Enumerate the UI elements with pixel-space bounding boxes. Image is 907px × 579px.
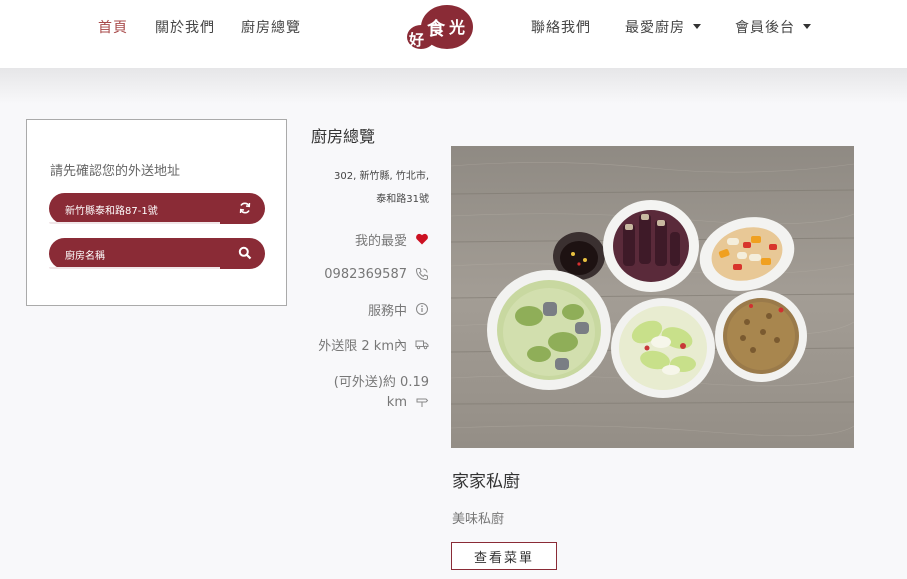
distance-line-1: (可外送)約 0.19 <box>333 375 429 390</box>
truck-icon <box>415 340 429 350</box>
nav-favorites-dropdown[interactable]: 最愛廚房 <box>625 17 701 37</box>
field-underline <box>49 267 220 269</box>
distance-row: km <box>387 393 429 411</box>
address-field[interactable]: 新竹縣泰和路87-1號 <box>49 193 265 224</box>
navbar: 首頁 關於我們 廚房總覽 好 食 光 聯絡我們 最愛廚房 會員後台 <box>0 0 907 68</box>
field-underline <box>49 222 220 224</box>
refresh-icon[interactable] <box>238 201 252 215</box>
address-line-2: 泰和路31號 <box>376 194 429 205</box>
address-value[interactable]: 新竹縣泰和路87-1號 <box>65 202 158 217</box>
info-icon <box>416 303 428 315</box>
favorite-row[interactable]: 我的最愛 <box>354 230 429 249</box>
address-prompt: 請先確認您的外送地址 <box>50 164 181 179</box>
nav-member-label: 會員後台 <box>735 20 795 36</box>
phone-icon <box>415 268 428 281</box>
signpost-icon <box>416 398 429 407</box>
phone-number[interactable]: 0982369587 <box>324 267 407 282</box>
nav-kitchens[interactable]: 廚房總覽 <box>241 17 301 37</box>
restaurant-description: 美味私廚 <box>452 512 505 527</box>
view-menu-button[interactable]: 查看菜單 <box>451 542 557 570</box>
service-status: 服務中 <box>367 303 407 319</box>
distance-unit: km <box>386 394 407 410</box>
caret-down-icon <box>803 23 811 29</box>
address-search-card: 請先確認您的外送地址 新竹縣泰和路87-1號 廚房名稱 <box>26 119 287 306</box>
restaurant-name[interactable]: 家家私廚 <box>452 467 520 492</box>
restaurant-photo[interactable] <box>451 146 854 448</box>
delivery-limit-row: 外送限 2 km內 <box>318 335 429 354</box>
nav-home[interactable]: 首頁 <box>98 17 128 37</box>
delivery-limit: 外送限 2 km內 <box>318 338 407 354</box>
nav-contact[interactable]: 聯絡我們 <box>531 17 591 37</box>
phone-row: 0982369587 <box>324 265 429 283</box>
logo-char-1: 好 <box>408 31 424 49</box>
status-row: 服務中 <box>367 300 429 319</box>
kitchens-overview-title: 廚房總覽 <box>311 127 376 146</box>
brand-logo[interactable]: 好 食 光 <box>403 3 475 53</box>
logo-char-3: 光 <box>448 18 465 37</box>
logo-char-2: 食 <box>426 18 446 40</box>
kitchen-search-placeholder[interactable]: 廚房名稱 <box>65 247 105 262</box>
navbar-shadow <box>0 68 907 104</box>
nav-favorites-label: 最愛廚房 <box>625 20 685 36</box>
nav-member-dropdown[interactable]: 會員後台 <box>735 17 811 37</box>
nav-about[interactable]: 關於我們 <box>155 17 215 37</box>
heart-icon[interactable] <box>415 232 429 246</box>
favorite-label: 我的最愛 <box>354 233 407 249</box>
search-icon[interactable] <box>238 246 252 260</box>
caret-down-icon <box>693 23 701 29</box>
kitchen-search-field[interactable]: 廚房名稱 <box>49 238 265 269</box>
address-line-1: 302, 新竹縣, 竹北市, <box>334 171 429 182</box>
